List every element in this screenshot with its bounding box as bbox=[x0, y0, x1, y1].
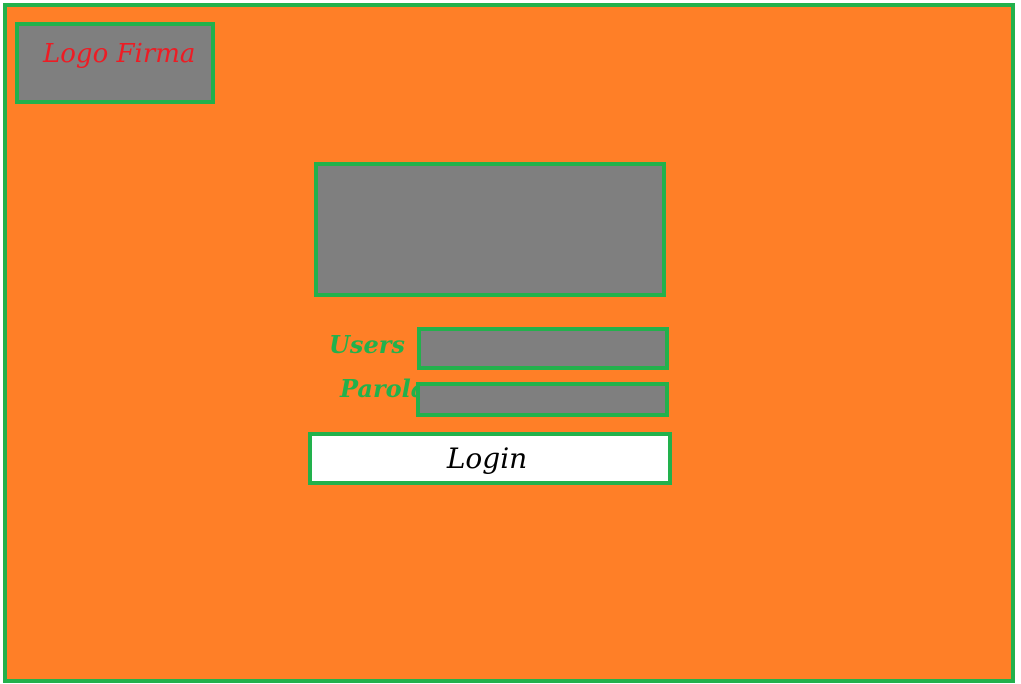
users-input[interactable] bbox=[417, 327, 669, 370]
login-button-label: Login bbox=[446, 442, 528, 475]
company-logo: Logo Firma bbox=[15, 22, 215, 104]
banner-image-placeholder bbox=[314, 162, 666, 297]
page-frame: Logo Firma Users Parola Login bbox=[3, 3, 1015, 683]
parola-label: Parola bbox=[340, 374, 427, 403]
logo-text: Logo Firma bbox=[43, 39, 196, 69]
users-label: Users bbox=[329, 330, 405, 359]
login-button[interactable]: Login bbox=[308, 432, 672, 485]
parola-input[interactable] bbox=[416, 382, 669, 417]
